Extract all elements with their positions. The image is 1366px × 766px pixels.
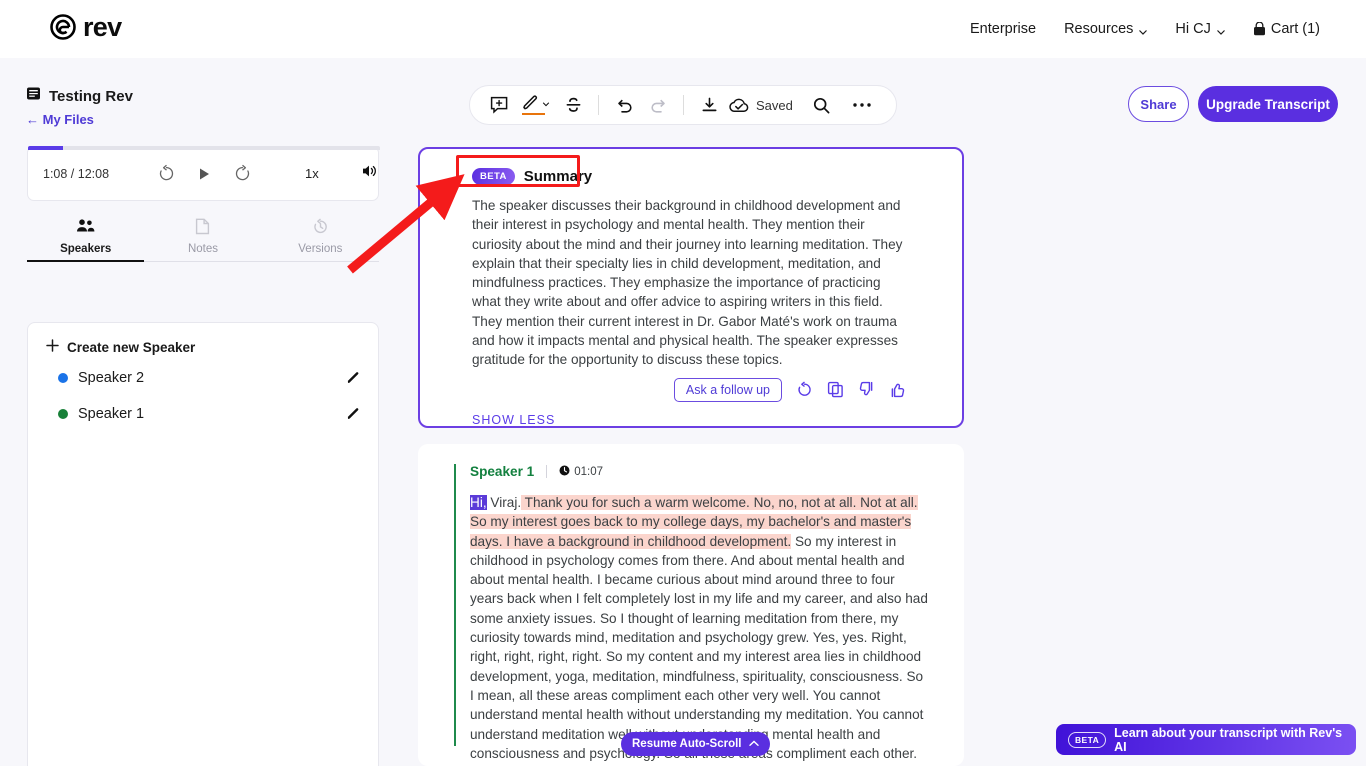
pencil-icon[interactable]	[346, 371, 360, 385]
transcript-lead: Viraj.	[486, 495, 522, 510]
rev-wordmark: rev	[83, 12, 122, 42]
ask-follow-up-button[interactable]: Ask a follow up	[673, 377, 782, 402]
tab-versions[interactable]: Versions	[262, 214, 379, 261]
forward-15-icon[interactable]	[232, 164, 252, 184]
speaker-name: Speaker 2	[78, 370, 145, 386]
versions-history-icon	[312, 218, 329, 240]
nav-label: Hi CJ	[1175, 21, 1211, 37]
strikethrough-icon[interactable]	[558, 90, 588, 120]
show-less-button[interactable]: SHOW LESS	[420, 402, 962, 427]
search-icon[interactable]	[807, 90, 837, 120]
beta-badge: BETA	[1068, 731, 1107, 748]
speaker-color-bar	[454, 464, 456, 746]
nav-label: Resources	[1064, 21, 1134, 37]
rev-logo[interactable]: rev	[50, 12, 122, 42]
add-comment-icon[interactable]	[484, 90, 514, 120]
summary-text: The speaker discusses their background i…	[472, 198, 903, 368]
tab-label: Versions	[298, 243, 343, 255]
transcript-speaker-row: Speaker 1 01:07	[470, 464, 928, 479]
notes-icon	[195, 218, 210, 240]
tab-speakers[interactable]: Speakers	[27, 214, 145, 262]
document-icon	[26, 86, 41, 106]
tab-notes[interactable]: Notes	[144, 214, 261, 261]
speaker-name: Speaker 1	[78, 406, 145, 422]
regenerate-icon[interactable]	[795, 381, 813, 399]
sidebar-tabs: Speakers Notes Versions	[27, 214, 379, 262]
beta-badge: BETA	[472, 167, 515, 185]
chevron-up-icon	[749, 738, 760, 750]
upgrade-transcript-button[interactable]: Upgrade Transcript	[1198, 86, 1338, 122]
page-title: Testing Rev	[49, 87, 133, 105]
nav-item-account[interactable]: Hi CJ	[1175, 21, 1225, 37]
tab-label: Speakers	[60, 243, 112, 255]
file-title-row: Testing Rev	[26, 86, 133, 106]
tab-label: Notes	[187, 243, 219, 255]
rev-swirl-logo-icon	[50, 14, 76, 40]
player-controls	[156, 164, 252, 184]
transcript-speaker-name[interactable]: Speaker 1	[470, 464, 534, 479]
toolbar-divider	[683, 95, 684, 115]
auto-scroll-label: Resume Auto-Scroll	[632, 738, 742, 750]
rewind-15-icon[interactable]	[156, 164, 176, 184]
volume-icon[interactable]	[360, 162, 378, 185]
transcript-body[interactable]: Hi, Viraj. Thank you for such a warm wel…	[470, 493, 928, 766]
saved-label: Saved	[756, 97, 793, 113]
cloud-saved-status[interactable]: Saved	[728, 90, 793, 120]
resume-auto-scroll-button[interactable]: Resume Auto-Scroll	[621, 732, 771, 756]
nav-label: Cart (1)	[1270, 21, 1320, 37]
create-speaker-label: Create new Speaker	[67, 339, 196, 355]
player-progress-bar[interactable]	[28, 146, 380, 150]
media-player: 1:08 / 12:08 1x	[27, 146, 380, 201]
play-icon[interactable]	[194, 164, 214, 184]
thumbs-down-icon[interactable]	[857, 381, 875, 399]
summary-card: BETA Summary The speaker discusses their…	[418, 147, 964, 428]
transcript-block: Speaker 1 01:07 Hi, Viraj. Thank you for…	[418, 444, 964, 766]
plus-icon	[46, 339, 59, 355]
thumbs-up-icon[interactable]	[888, 381, 906, 399]
nav-label: Enterprise	[969, 21, 1037, 37]
download-icon[interactable]	[694, 90, 724, 120]
speaker-list-item[interactable]: Speaker 2	[28, 365, 378, 391]
chevron-down-icon	[1138, 25, 1148, 35]
share-button[interactable]: Share	[1128, 86, 1189, 122]
highlighter-icon[interactable]	[518, 90, 554, 120]
more-horizontal-icon[interactable]	[847, 90, 877, 120]
speakers-icon	[76, 218, 95, 240]
summary-action-row: Ask a follow up	[420, 370, 962, 402]
ai-banner-label: Learn about your transcript with Rev's A…	[1114, 725, 1343, 754]
toolbar-divider	[598, 95, 599, 115]
transcript-timestamp[interactable]: 01:07	[559, 465, 603, 479]
nav-item-cart[interactable]: Cart (1)	[1253, 21, 1320, 37]
divider	[546, 465, 548, 478]
speaker-color-dot	[58, 373, 68, 383]
nav-links: Enterprise Resources Hi CJ Cart (1)	[970, 0, 1320, 58]
selected-text: Hi,	[470, 495, 487, 510]
cart-icon	[1253, 21, 1266, 36]
create-new-speaker-button[interactable]: Create new Speaker	[28, 339, 378, 355]
transcript-panel: Speaker 1 01:07 Hi, Viraj. Thank you for…	[418, 444, 964, 766]
speaker-list-item[interactable]: Speaker 1	[28, 401, 378, 427]
nav-item-enterprise[interactable]: Enterprise	[970, 21, 1036, 37]
pencil-icon[interactable]	[346, 407, 360, 421]
chevron-down-icon	[1216, 25, 1225, 35]
editor-toolbar: Saved	[469, 85, 897, 125]
speaker-color-dot	[58, 409, 68, 419]
player-time-display: 1:08 / 12:08	[43, 166, 110, 181]
left-sidebar: Testing Rev ← My Files 1:08 / 12:08 1x S…	[0, 58, 405, 766]
back-to-my-files-link[interactable]: ← My Files	[26, 112, 94, 127]
summary-title: Summary	[523, 167, 593, 185]
undo-icon[interactable]	[609, 90, 639, 120]
rev-ai-promo-banner[interactable]: BETA Learn about your transcript with Re…	[1056, 724, 1356, 755]
speakers-panel: Create new Speaker Speaker 2 Speaker 1	[27, 322, 379, 766]
copy-icon[interactable]	[826, 381, 844, 399]
redo-icon[interactable]	[643, 90, 673, 120]
timestamp-label: 01:07	[574, 465, 604, 478]
top-navigation-bar: rev Enterprise Resources Hi CJ Cart (1)	[0, 0, 1366, 58]
nav-item-resources[interactable]: Resources	[1064, 21, 1148, 37]
summary-header: BETA Summary	[420, 163, 962, 189]
clock-icon	[559, 465, 570, 479]
player-progress-fill	[28, 146, 64, 150]
playback-speed-button[interactable]: 1x	[305, 166, 319, 181]
app-root: rev Enterprise Resources Hi CJ Cart (1) …	[0, 0, 1366, 766]
